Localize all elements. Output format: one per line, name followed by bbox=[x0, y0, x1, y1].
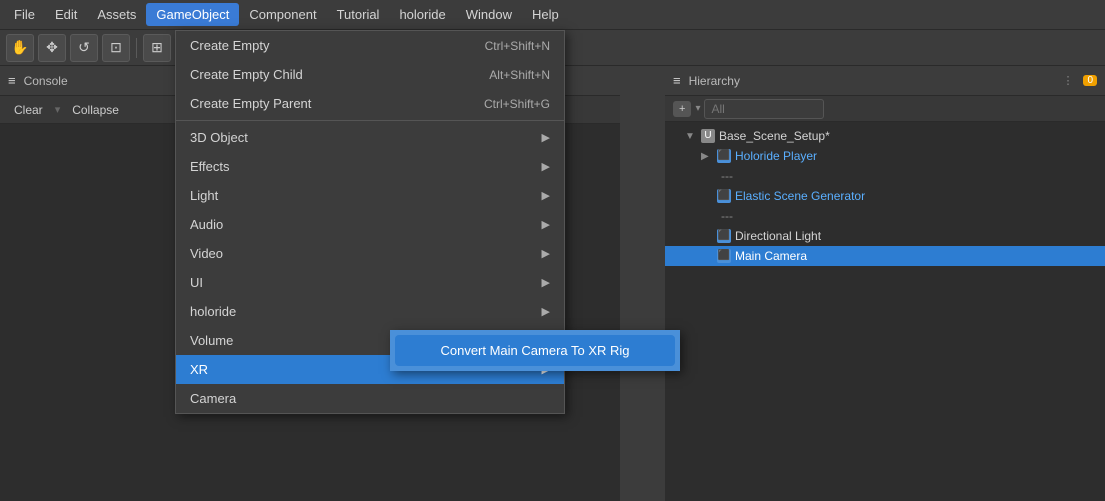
cube-icon-player: ⬛ bbox=[717, 149, 731, 163]
xr-submenu: Convert Main Camera To XR Rig bbox=[390, 330, 680, 371]
hierarchy-separator-2: --- bbox=[665, 206, 1105, 226]
hierarchy-panel: ≡ Hierarchy ⋮ 0 + ▾ ▼ U Base_Scene_Setup… bbox=[665, 66, 1105, 501]
holoride-item[interactable]: holoride ▶ bbox=[176, 297, 564, 326]
video-arrow: ▶ bbox=[542, 247, 550, 260]
effects-item[interactable]: Effects ▶ bbox=[176, 152, 564, 181]
expand-arrow-icon: ▾ bbox=[695, 103, 700, 114]
convert-main-camera-item[interactable]: Convert Main Camera To XR Rig bbox=[395, 335, 675, 366]
main-camera-label: Main Camera bbox=[735, 249, 807, 263]
hierarchy-search-bar: + ▾ bbox=[665, 96, 1105, 122]
hierarchy-title: Hierarchy bbox=[689, 74, 740, 88]
rotate-tool-button[interactable]: ↺ bbox=[70, 34, 98, 62]
menu-component[interactable]: Component bbox=[239, 3, 326, 26]
holoride-label: holoride bbox=[190, 304, 236, 319]
menu-window[interactable]: Window bbox=[456, 3, 522, 26]
hierarchy-item-holoride-player[interactable]: ▶ ⬛ Holoride Player bbox=[665, 146, 1105, 166]
hierarchy-item-main-camera[interactable]: ⬛ Main Camera bbox=[665, 246, 1105, 266]
hierarchy-content: ▼ U Base_Scene_Setup* ▶ ⬛ Holoride Playe… bbox=[665, 122, 1105, 270]
hierarchy-search-input[interactable] bbox=[704, 99, 824, 119]
create-empty-parent-label: Create Empty Parent bbox=[190, 96, 311, 111]
create-empty-label: Create Empty bbox=[190, 38, 269, 53]
scale-tool-button[interactable]: ⊡ bbox=[102, 34, 130, 62]
cube-icon-elastic: ⬛ bbox=[717, 189, 731, 203]
light-label: Light bbox=[190, 188, 218, 203]
3d-object-arrow: ▶ bbox=[542, 131, 550, 144]
hand-tool-button[interactable]: ✋ bbox=[6, 34, 34, 62]
ui-arrow: ▶ bbox=[542, 276, 550, 289]
hierarchy-options-icon: ⋮ bbox=[1062, 74, 1073, 87]
holoride-arrow: ▶ bbox=[542, 305, 550, 318]
menu-help[interactable]: Help bbox=[522, 3, 569, 26]
expand-icon: ▼ bbox=[685, 131, 697, 142]
add-hierarchy-button[interactable]: + bbox=[673, 101, 691, 117]
cube-icon-camera: ⬛ bbox=[717, 249, 731, 263]
directional-light-label: Directional Light bbox=[735, 229, 821, 243]
camera-label: Camera bbox=[190, 391, 236, 406]
create-empty-shortcut: Ctrl+Shift+N bbox=[465, 39, 550, 53]
menu-bar: File Edit Assets GameObject Component Tu… bbox=[0, 0, 1105, 30]
light-arrow: ▶ bbox=[542, 189, 550, 202]
move-tool-button[interactable]: ✥ bbox=[38, 34, 66, 62]
create-empty-parent-shortcut: Ctrl+Shift+G bbox=[464, 97, 550, 111]
menu-assets[interactable]: Assets bbox=[87, 3, 146, 26]
create-empty-child-shortcut: Alt+Shift+N bbox=[469, 68, 550, 82]
effects-label: Effects bbox=[190, 159, 230, 174]
ui-item[interactable]: UI ▶ bbox=[176, 268, 564, 297]
menu-file[interactable]: File bbox=[4, 3, 45, 26]
create-empty-item[interactable]: Create Empty Ctrl+Shift+N bbox=[176, 31, 564, 60]
3d-object-label: 3D Object bbox=[190, 130, 248, 145]
console-icon: ≡ bbox=[8, 73, 16, 88]
menu-edit[interactable]: Edit bbox=[45, 3, 87, 26]
holoride-player-label: Holoride Player bbox=[735, 149, 817, 163]
play-button[interactable]: ⊞ bbox=[143, 34, 171, 62]
hierarchy-item-directional-light[interactable]: ⬛ Directional Light bbox=[665, 226, 1105, 246]
audio-arrow: ▶ bbox=[542, 218, 550, 231]
elastic-scene-label: Elastic Scene Generator bbox=[735, 189, 865, 203]
base-scene-label: Base_Scene_Setup* bbox=[719, 129, 830, 143]
cube-icon-light: ⬛ bbox=[717, 229, 731, 243]
xr-label: XR bbox=[190, 362, 208, 377]
expand-icon-player: ▶ bbox=[701, 151, 713, 162]
menu-gameobject[interactable]: GameObject bbox=[146, 3, 239, 26]
create-empty-parent-item[interactable]: Create Empty Parent Ctrl+Shift+G bbox=[176, 89, 564, 118]
console-title: Console bbox=[24, 74, 68, 88]
audio-label: Audio bbox=[190, 217, 223, 232]
hierarchy-separator-1: --- bbox=[665, 166, 1105, 186]
warn-badge: 0 bbox=[1083, 75, 1097, 86]
collapse-button[interactable]: Collapse bbox=[64, 101, 127, 119]
video-item[interactable]: Video ▶ bbox=[176, 239, 564, 268]
3d-object-item[interactable]: 3D Object ▶ bbox=[176, 123, 564, 152]
video-label: Video bbox=[190, 246, 223, 261]
camera-item[interactable]: Camera bbox=[176, 384, 564, 413]
audio-item[interactable]: Audio ▶ bbox=[176, 210, 564, 239]
effects-arrow: ▶ bbox=[542, 160, 550, 173]
create-empty-child-item[interactable]: Create Empty Child Alt+Shift+N bbox=[176, 60, 564, 89]
menu-holoride[interactable]: holoride bbox=[389, 3, 455, 26]
volume-label: Volume bbox=[190, 333, 233, 348]
ui-label: UI bbox=[190, 275, 203, 290]
light-item[interactable]: Light ▶ bbox=[176, 181, 564, 210]
hierarchy-item-base-scene[interactable]: ▼ U Base_Scene_Setup* bbox=[665, 126, 1105, 146]
unity-icon: U bbox=[701, 129, 715, 143]
hierarchy-item-elastic-scene[interactable]: ⬛ Elastic Scene Generator bbox=[665, 186, 1105, 206]
create-empty-child-label: Create Empty Child bbox=[190, 67, 303, 82]
toolbar-separator-1 bbox=[136, 38, 137, 58]
clear-button[interactable]: Clear bbox=[6, 101, 51, 119]
menu-tutorial[interactable]: Tutorial bbox=[327, 3, 390, 26]
dropdown-separator-1 bbox=[176, 120, 564, 121]
hierarchy-header: ≡ Hierarchy ⋮ 0 bbox=[665, 66, 1105, 96]
hierarchy-menu-icon: ≡ bbox=[673, 73, 681, 88]
